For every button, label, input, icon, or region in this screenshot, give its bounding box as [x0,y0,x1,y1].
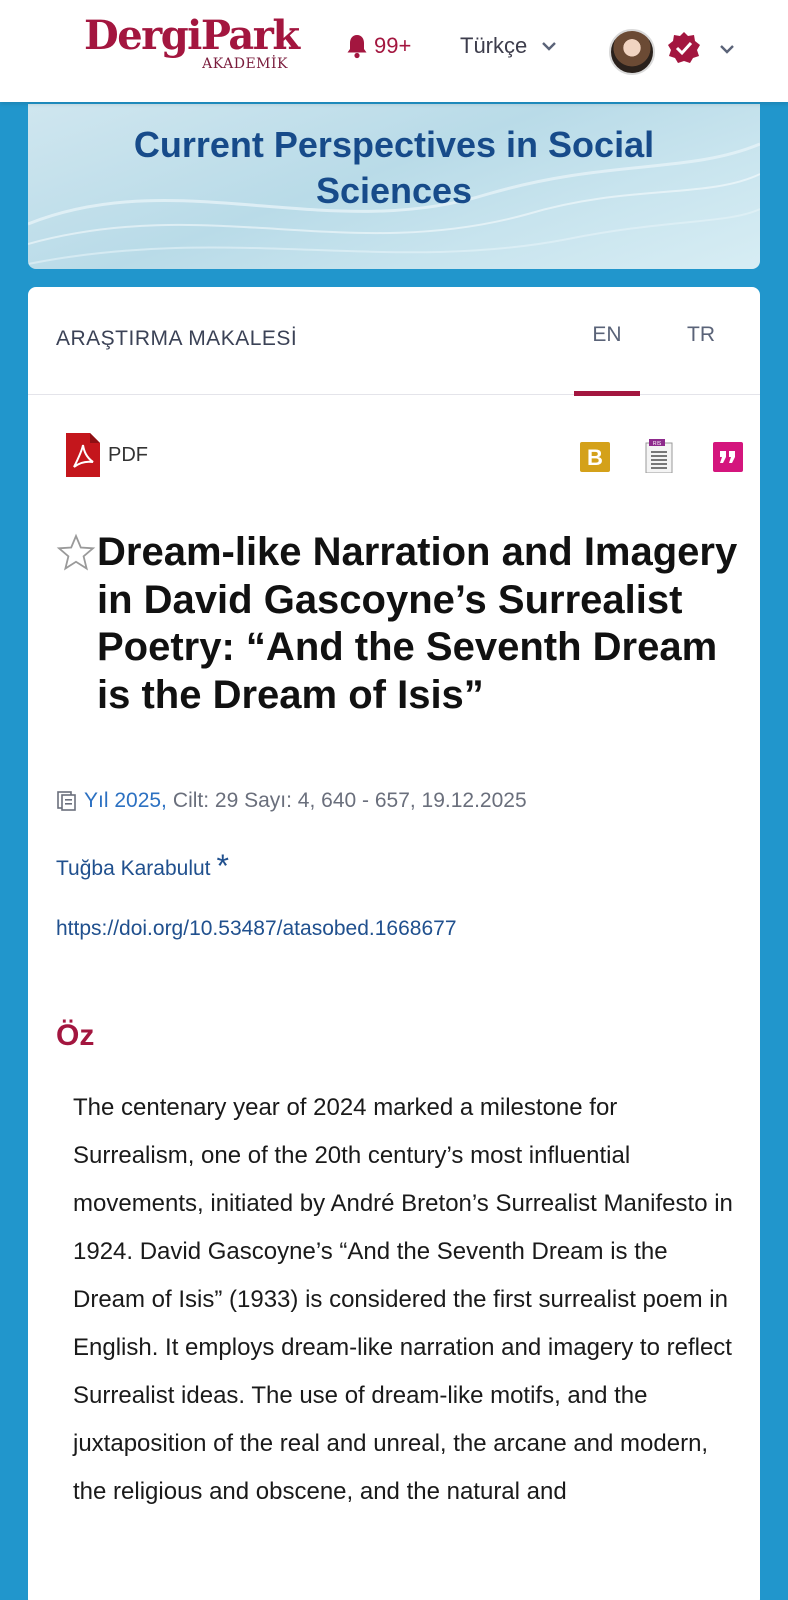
abstract-heading: Öz [56,1019,95,1052]
favorite-star-icon[interactable] [56,533,96,573]
doi-link[interactable]: https://doi.org/10.53487/atasobed.166867… [56,917,457,941]
language-label: Türkçe [460,33,528,58]
user-avatar[interactable] [609,29,655,75]
article-title: Dream-like Narration and Imagery in Davi… [97,530,738,717]
pdf-download-link[interactable]: PDF [66,433,148,477]
tab-en[interactable]: EN [574,317,640,396]
logo-sub-text: AKADEMİK [202,56,288,72]
dergipark-logo[interactable]: DergiPark AKADEMİK [84,12,300,76]
pdf-label: PDF [108,443,148,466]
bell-icon [347,35,367,59]
logo-main-text: DergiPark [84,12,300,59]
issue-year-link[interactable]: Yıl 2025, [84,789,167,813]
article-card: ARAŞTIRMA MAKALESİ EN TR PDF B RIS Dream… [28,287,760,1600]
notifications-button[interactable]: 99+ [346,30,411,62]
article-card-header: ARAŞTIRMA MAKALESİ EN TR [28,287,760,396]
issue-icon [57,791,76,811]
author-name: Tuğba Karabulut [56,857,211,880]
pdf-file-icon [66,433,100,477]
corresponding-author-marker: * [216,848,229,884]
bibtex-icon[interactable]: B [580,442,610,472]
article-meta: Yıl 2025, Cilt: 29 Sayı: 4, 640 - 657, 1… [56,786,527,816]
tab-en-label: EN [592,323,622,346]
journal-banner: Current Perspectives in Social Sciences [28,104,760,269]
chevron-down-icon [542,42,557,51]
journal-title[interactable]: Current Perspectives in Social Sciences [68,122,720,214]
tab-tr[interactable]: TR [668,317,734,395]
language-selector[interactable]: Türkçe [460,30,557,62]
user-menu-chevron-icon[interactable] [716,38,738,60]
issue-details: Cilt: 29 Sayı: 4, 640 - 657, 19.12.2025 [172,789,527,812]
abstract-text: The centenary year of 2024 marked a mile… [73,1094,733,1505]
verified-badge-icon [668,32,700,63]
ris-icon[interactable]: RIS [643,439,675,473]
cite-icon[interactable] [713,442,743,472]
svg-text:RIS: RIS [653,441,662,447]
article-type-label: ARAŞTIRMA MAKALESİ [56,327,298,350]
svg-text:B: B [587,445,603,470]
tab-tr-label: TR [687,323,715,346]
top-navbar: DergiPark AKADEMİK 99+ Türkçe [0,0,788,102]
author-link[interactable]: Tuğba Karabulut * [56,848,229,885]
notification-count: 99+ [374,33,412,58]
